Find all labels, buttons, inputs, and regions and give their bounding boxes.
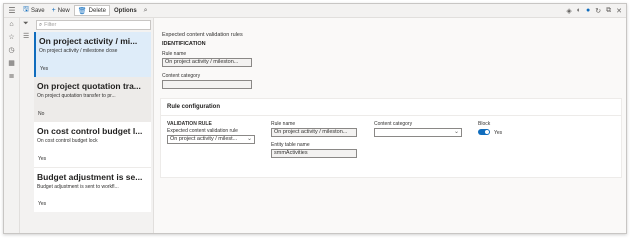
comment-icon[interactable]: ●: [586, 7, 590, 14]
action-pane: ☰ 🖫 Save + New 🗑 Delete Options ⌕ ◈ ◐ ● …: [4, 4, 626, 18]
list-item-title: Budget adjustment is se...: [37, 172, 143, 182]
delete-label: Delete: [88, 7, 106, 14]
delete-button[interactable]: 🗑 Delete: [73, 5, 110, 16]
chevron-down-icon: ⌄: [454, 129, 460, 135]
options-label: Options: [114, 7, 137, 14]
navigation-rail: ⌂ ☆ ◷ ▦ ≣: [4, 18, 20, 233]
content-category-label: Content category: [162, 73, 201, 79]
content-category-label: Content category: [374, 121, 413, 127]
plus-icon: +: [51, 7, 56, 14]
search-icon: ⌕: [143, 6, 148, 14]
list-icon[interactable]: ≣: [4, 70, 19, 83]
list-item-block: Yes: [38, 156, 47, 162]
entity-table-field[interactable]: smmActivities: [271, 149, 357, 158]
diamond-icon[interactable]: ◈: [566, 7, 571, 15]
home-icon[interactable]: ⌂: [4, 18, 19, 31]
content-category-select[interactable]: [374, 128, 462, 137]
rule-name-field[interactable]: On project activity / mileston...: [271, 128, 357, 137]
rule-name-label: Rule name: [271, 121, 296, 127]
identification-header: IDENTIFICATION: [162, 41, 206, 47]
list-item[interactable]: On cost control budget l... On cost cont…: [34, 122, 151, 167]
new-label: New: [57, 7, 70, 14]
block-label: Block: [478, 121, 491, 127]
list-item-description: On project activity / milestone close: [39, 48, 118, 54]
filter-funnel-icon[interactable]: ⏷: [23, 20, 29, 28]
trash-icon: 🗑: [77, 7, 87, 15]
list-item[interactable]: On project activity / mi... On project a…: [34, 32, 151, 77]
app-window: ☰ 🖫 Save + New 🗑 Delete Options ⌕ ◈ ◐ ● …: [3, 3, 627, 234]
expected-rule-select[interactable]: On project activity / milest...: [167, 135, 255, 144]
rule-name-field[interactable]: On project activity / mileston...: [162, 58, 252, 67]
save-icon: 🖫: [23, 6, 29, 13]
list-item[interactable]: On project quotation tra... On project q…: [34, 77, 151, 122]
list-item-title: On cost control budget l...: [37, 126, 143, 136]
list-item-title: On project quotation tra...: [37, 81, 141, 91]
validation-rule-header: VALIDATION RULE: [167, 121, 212, 127]
popout-icon[interactable]: ⧉: [606, 7, 611, 15]
close-icon[interactable]: ✕: [616, 7, 622, 15]
office-icon[interactable]: ◐: [577, 7, 581, 14]
block-value: Yes: [494, 130, 503, 136]
details-pane: Expected content validation rules IDENTI…: [154, 18, 626, 233]
chevron-down-icon: ⌄: [247, 136, 253, 142]
list-item-title: On project activity / mi...: [39, 36, 138, 46]
list-options-icon[interactable]: ☰: [23, 32, 29, 40]
list-item-description: Budget adjustment is sent to workfl...: [37, 184, 119, 190]
expected-rule-label: Expected content validation rule: [167, 128, 238, 134]
list-item-block: No: [38, 111, 45, 117]
workspace-icon[interactable]: ▦: [4, 57, 19, 70]
block-toggle[interactable]: [478, 129, 490, 135]
rule-configuration-header[interactable]: Rule configuration: [161, 99, 621, 116]
search-button[interactable]: ⌕: [141, 5, 151, 16]
list-item-description: On project quotation transfer to pr...: [37, 93, 116, 99]
list-item-block: Yes: [38, 201, 47, 207]
list-item-description: On cost control budget lock: [37, 138, 98, 144]
hamburger-icon[interactable]: ☰: [4, 4, 20, 18]
new-button[interactable]: + New: [49, 5, 73, 16]
page-title: Expected content validation rules: [162, 32, 243, 38]
list-pane: ⏷ ☰ ⌕ Filter On project activity / mi...…: [20, 18, 154, 233]
clock-icon[interactable]: ◷: [4, 44, 19, 57]
filter-placeholder: Filter: [44, 22, 57, 28]
list-item-block: Yes: [40, 66, 49, 72]
expected-rule-value: On project activity / milest...: [170, 136, 238, 142]
rule-configuration-section: Rule configuration VALIDATION RULE Expec…: [160, 98, 622, 178]
refresh-icon[interactable]: ↻: [595, 7, 601, 15]
search-icon: ⌕: [39, 21, 43, 28]
entity-table-label: Entity table name: [271, 142, 310, 148]
content-category-field[interactable]: [162, 80, 252, 89]
list-item[interactable]: Budget adjustment is se... Budget adjust…: [34, 167, 151, 212]
options-button[interactable]: Options: [111, 5, 140, 16]
window-controls: ◈ ◐ ● ↻ ⧉ ✕: [566, 5, 622, 16]
save-button[interactable]: 🖫 Save: [20, 5, 48, 16]
save-label: Save: [30, 7, 45, 14]
filter-input[interactable]: ⌕ Filter: [36, 20, 151, 30]
star-icon[interactable]: ☆: [4, 31, 19, 44]
rule-name-label: Rule name: [162, 51, 187, 57]
